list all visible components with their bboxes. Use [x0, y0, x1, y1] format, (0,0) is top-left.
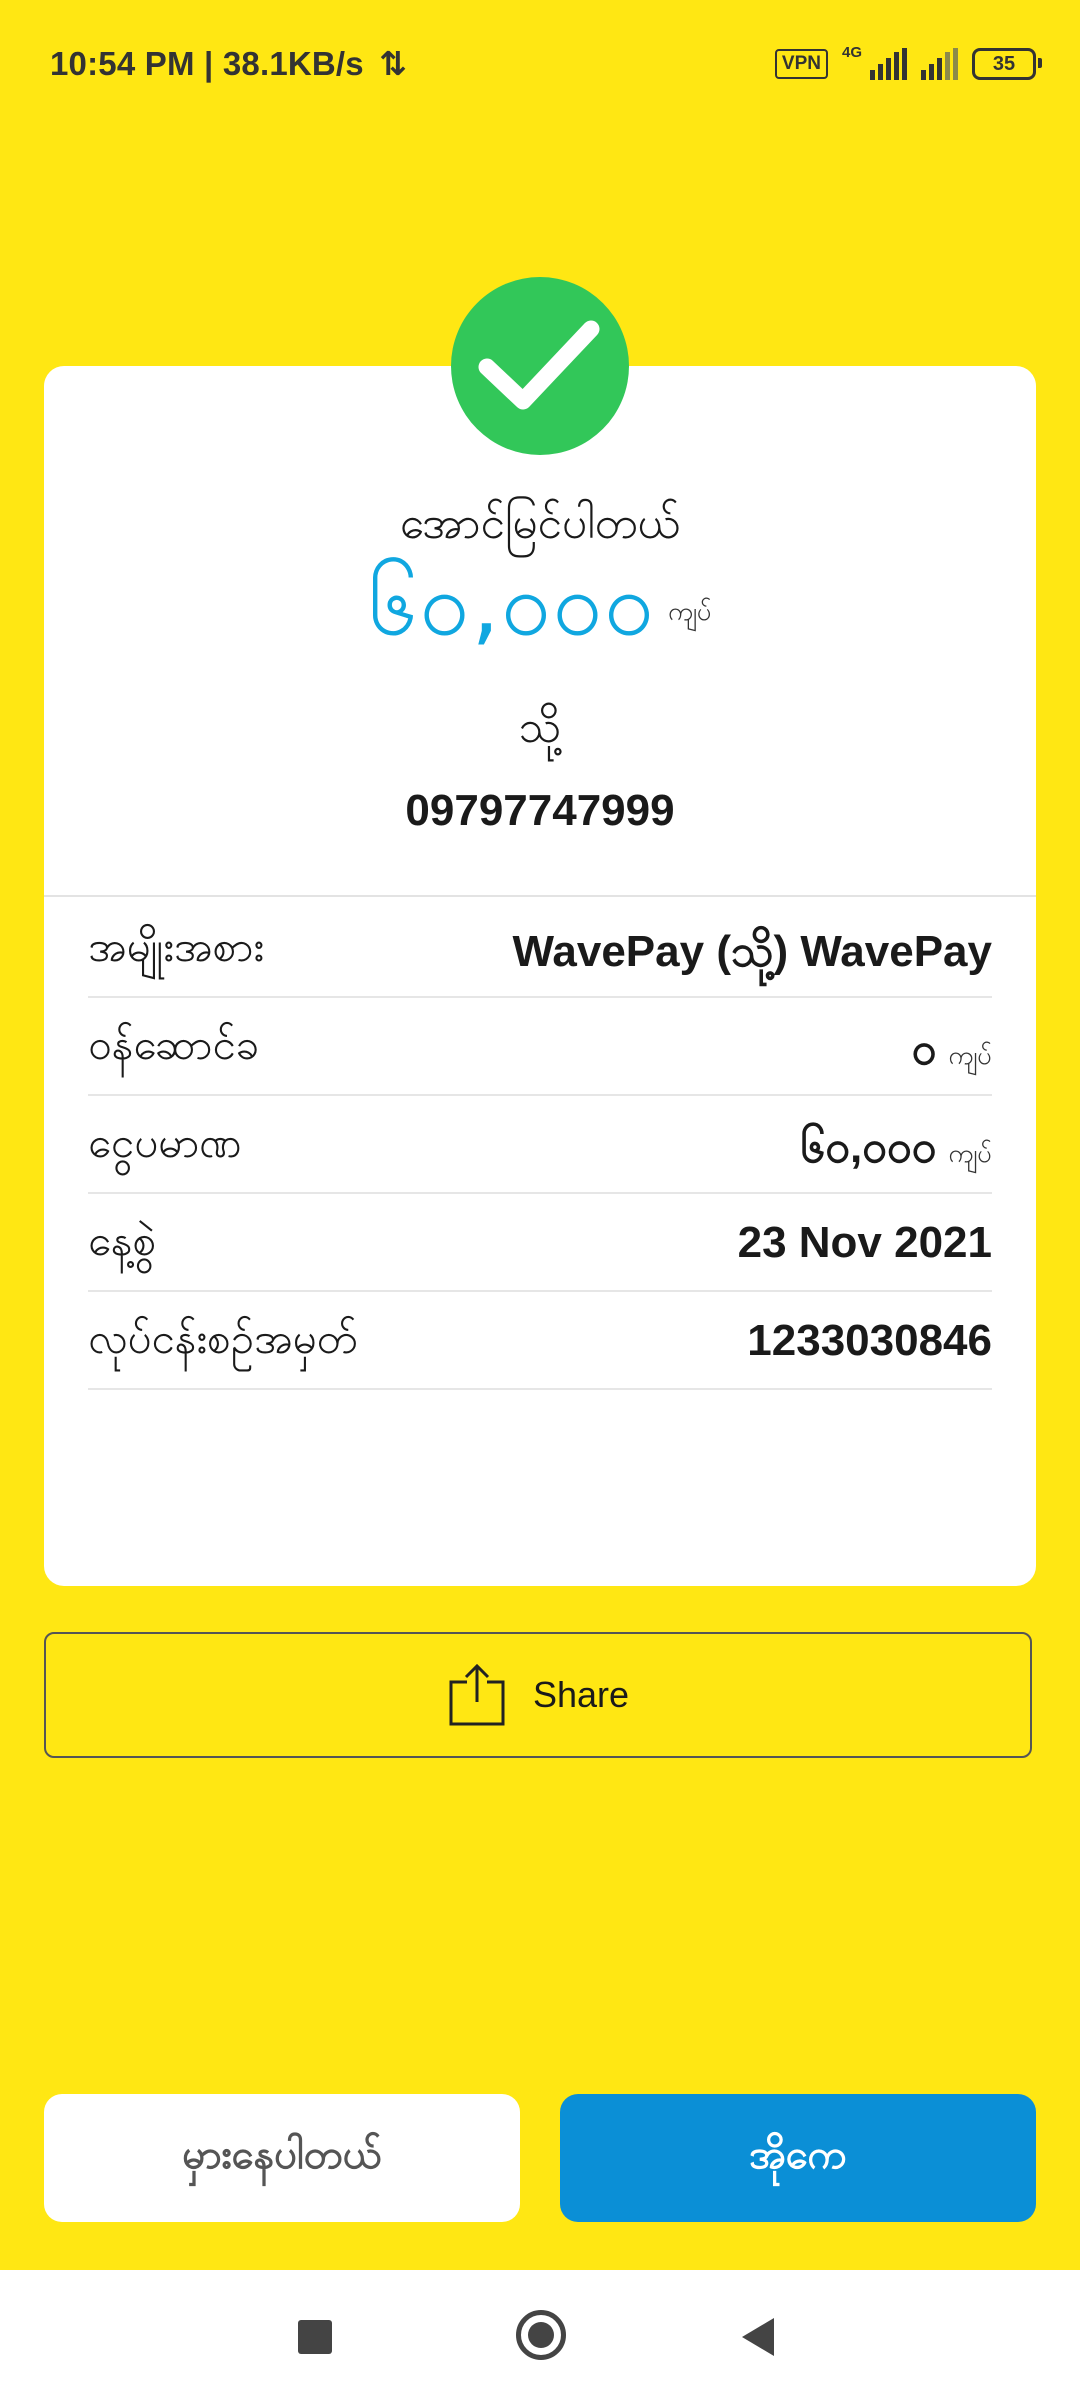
vpn-badge: VPN — [774, 49, 828, 79]
recipient-number: 09797747999 — [405, 786, 675, 835]
data-arrows-icon: ⇅ — [379, 45, 408, 82]
transaction-status: အောင်မြင်ပါတယ် — [399, 499, 681, 548]
amount-unit: ကျပ် — [667, 596, 712, 626]
detail-label: နေ့စွဲ — [88, 1217, 157, 1264]
detail-unit: ကျပ် — [948, 1040, 992, 1070]
detail-value: ၆၀,၀၀၀ ကျပ် — [800, 1120, 992, 1184]
detail-value: WavePay (သို့) WavePay — [512, 927, 993, 976]
detail-label: ဝန်ဆောင်ခ — [88, 1021, 260, 1068]
ok-button[interactable]: အိုကေ — [560, 2094, 1036, 2222]
signal-icon — [870, 48, 907, 80]
detail-row-date: နေ့စွဲ 23 Nov 2021 — [88, 1192, 992, 1292]
detail-unit: ကျပ် — [948, 1138, 992, 1168]
home-icon[interactable] — [516, 2310, 566, 2360]
share-upload-icon — [449, 1663, 505, 1726]
signal-icon — [921, 48, 958, 80]
detail-value: 1233030846 — [747, 1316, 992, 1365]
detail-label: ငွေပမာဏ — [88, 1119, 242, 1166]
network-type: 4G — [841, 43, 862, 61]
divider — [44, 895, 1036, 897]
detail-value: ၀ ကျပ် — [912, 1022, 992, 1086]
to-label: သို့ — [518, 703, 562, 752]
detail-label: အမျိုးအစား — [88, 923, 264, 970]
detail-row-transaction-id: လုပ်ငန်းစဉ်အမှတ် 1233030846 — [88, 1290, 992, 1390]
status-time-speed: 10:54 PM | 38.1KB/s ⇅ — [50, 45, 408, 82]
status-bar: 10:54 PM | 38.1KB/s ⇅ VPN 4G 35 — [0, 0, 1080, 130]
detail-row-fee: ဝန်ဆောင်ခ ၀ ကျပ် — [88, 996, 992, 1096]
back-icon[interactable] — [742, 2318, 774, 2356]
success-check-icon — [451, 277, 629, 455]
navigation-bar — [0, 2270, 1080, 2400]
recents-icon[interactable] — [298, 2320, 332, 2354]
checkmark-icon — [478, 320, 600, 410]
share-button[interactable]: Share — [44, 1632, 1032, 1758]
detail-value: 23 Nov 2021 — [737, 1218, 992, 1267]
amount-value: ၆၀,၀၀၀ — [368, 552, 656, 655]
detail-row-amount: ငွေပမာဏ ၆၀,၀၀၀ ကျပ် — [88, 1094, 992, 1194]
amount-display: ၆၀,၀၀၀ ကျပ် — [0, 560, 1080, 648]
detail-row-type: အမျိုးအစား WavePay (သို့) WavePay — [88, 898, 992, 998]
share-label: Share — [532, 1674, 630, 1715]
detail-label: လုပ်ငန်းစဉ်အမှတ် — [88, 1315, 358, 1362]
status-icons: VPN 4G 35 — [774, 43, 1042, 84]
battery-icon: 35 — [972, 48, 1042, 80]
report-wrong-button[interactable]: မှားနေပါတယ် — [44, 2094, 520, 2222]
